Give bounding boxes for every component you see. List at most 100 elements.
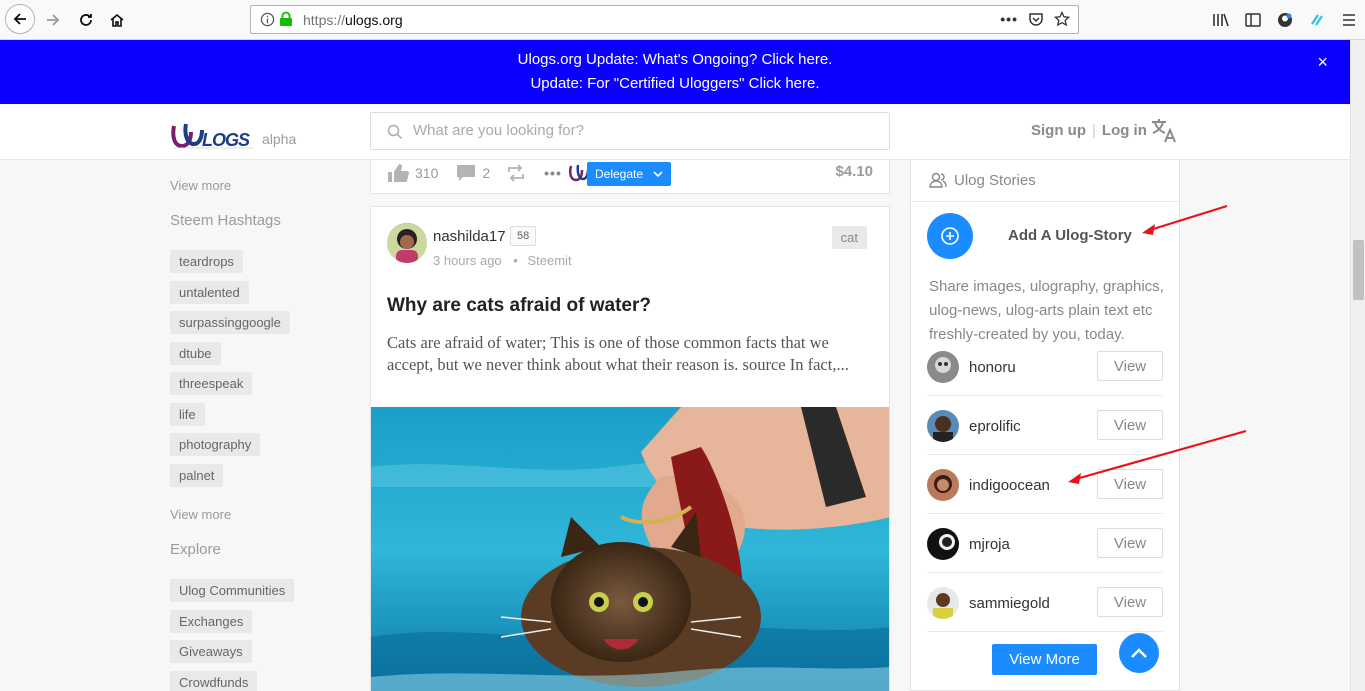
lock-icon <box>280 11 292 26</box>
view-more-link-1[interactable]: View more <box>170 178 231 193</box>
story-item: indigoocean View <box>927 455 1163 514</box>
address-bar[interactable]: https://ulogs.org ••• <box>250 5 1079 34</box>
close-icon[interactable]: × <box>1317 50 1328 74</box>
story-author[interactable]: honoru <box>969 359 1016 376</box>
svg-text:LOGS: LOGS <box>202 130 250 150</box>
avatar[interactable] <box>927 351 959 383</box>
plus-circle-icon <box>941 227 959 245</box>
post-excerpt[interactable]: Cats are afraid of water; This is one of… <box>387 332 877 376</box>
vote-control: 310 2 ••• <box>387 162 590 184</box>
notice-line-2[interactable]: Update: For "Certified Uloggers" Click h… <box>0 72 1350 96</box>
post-image[interactable] <box>371 407 889 691</box>
hashtag-tag[interactable]: untalented <box>170 281 249 304</box>
post-tag[interactable]: cat <box>831 226 867 249</box>
scroll-to-top-button[interactable] <box>1119 633 1159 673</box>
story-item: mjroja View <box>927 514 1163 573</box>
resteem-icon[interactable] <box>506 164 526 182</box>
logo-alpha-label: alpha <box>262 131 297 147</box>
story-item: eprolific View <box>927 396 1163 455</box>
ulog-stories-panel: Ulog Stories Add A Ulog-Story Share imag… <box>910 160 1180 691</box>
story-author[interactable]: sammiegold <box>969 595 1050 612</box>
ulogs-logo-icon: LOGS <box>171 123 254 150</box>
hashtag-tag[interactable]: photography <box>170 433 261 456</box>
reputation-badge: 58 <box>510 226 537 246</box>
signup-link[interactable]: Sign up <box>1031 122 1086 139</box>
back-button[interactable] <box>5 4 35 34</box>
page-actions-icon[interactable]: ••• <box>1000 11 1018 27</box>
add-story-button[interactable] <box>927 213 973 259</box>
view-more-stories-button[interactable]: View More <box>992 644 1097 675</box>
view-story-button[interactable]: View <box>1097 410 1163 440</box>
bookmark-star-icon[interactable] <box>1054 11 1070 27</box>
chevron-up-icon <box>1131 648 1147 658</box>
home-button[interactable] <box>103 6 131 34</box>
hashtag-tag[interactable]: dtube <box>170 342 221 365</box>
translate-icon[interactable] <box>1150 118 1178 149</box>
avatar[interactable] <box>927 410 959 442</box>
upvote-icon[interactable] <box>387 163 409 183</box>
post-title[interactable]: Why are cats afraid of water? <box>387 295 651 317</box>
delegate-button[interactable]: Delegate <box>587 162 671 186</box>
story-item: sammiegold View <box>927 573 1163 632</box>
home-icon <box>110 13 124 27</box>
account-icon[interactable] <box>1269 8 1301 32</box>
site-header: LOGS alpha Sign up | Log in <box>0 104 1350 160</box>
notice-line-1[interactable]: Ulogs.org Update: What's Ongoing? Click … <box>0 48 1350 72</box>
sidebar-icon[interactable] <box>1237 8 1269 32</box>
hashtag-tag[interactable]: life <box>170 403 205 426</box>
add-story-label[interactable]: Add A Ulog-Story <box>1008 227 1132 244</box>
explore-item[interactable]: Ulog Communities <box>170 579 295 602</box>
explore-title: Explore <box>170 541 221 558</box>
vote-count[interactable]: 310 <box>415 165 438 181</box>
extension-icon[interactable] <box>1301 8 1333 32</box>
view-story-button[interactable]: View <box>1097 469 1163 499</box>
previous-post-actions: 310 2 ••• Delegate $4.10 <box>370 160 890 194</box>
hashtag-tag[interactable]: palnet <box>170 464 224 487</box>
author-avatar[interactable] <box>387 223 427 263</box>
reload-button[interactable] <box>72 6 100 34</box>
hashtag-tag[interactable]: surpassinggoogle <box>170 311 290 334</box>
login-link[interactable]: Log in <box>1102 122 1147 139</box>
scrollbar-thumb[interactable] <box>1353 240 1364 300</box>
more-options-icon[interactable]: ••• <box>544 165 562 181</box>
forward-button[interactable] <box>39 6 67 34</box>
url-text: https://ulogs.org <box>303 12 403 28</box>
search-box <box>370 112 890 150</box>
hashtag-tag[interactable]: teardrops <box>170 250 243 273</box>
story-author[interactable]: indigoocean <box>969 477 1050 494</box>
post-card: nashilda17 58 3 hours ago • Steemit cat … <box>370 206 890 691</box>
post-time[interactable]: 3 hours ago <box>433 253 502 268</box>
page-scrollbar[interactable] <box>1350 40 1365 691</box>
post-platform: Steemit <box>527 253 572 268</box>
pocket-icon[interactable] <box>1028 11 1044 27</box>
explore-item[interactable]: Giveaways <box>170 640 252 663</box>
view-story-button[interactable]: View <box>1097 528 1163 558</box>
steem-hashtags-title: Steem Hashtags <box>170 212 281 229</box>
explore-item[interactable]: Exchanges <box>170 610 253 633</box>
author-name[interactable]: nashilda17 <box>433 228 506 245</box>
view-story-button[interactable]: View <box>1097 587 1163 617</box>
auth-links: Sign up | Log in <box>1031 122 1147 139</box>
forward-arrow-icon <box>47 14 60 26</box>
logo-wordmark: LOGS <box>170 118 260 157</box>
view-more-link-2[interactable]: View more <box>170 507 231 522</box>
meta-dot: • <box>513 253 518 268</box>
library-icon[interactable] <box>1205 8 1237 32</box>
search-input[interactable] <box>413 122 873 139</box>
view-story-button[interactable]: View <box>1097 351 1163 381</box>
menu-icon[interactable] <box>1333 8 1365 32</box>
hashtag-tag[interactable]: threespeak <box>170 372 253 395</box>
payout-amount[interactable]: $4.10 <box>835 163 873 180</box>
site-logo[interactable]: LOGS alpha <box>170 118 296 157</box>
story-author[interactable]: eprolific <box>969 418 1021 435</box>
avatar[interactable] <box>927 587 959 619</box>
avatar[interactable] <box>927 469 959 501</box>
comment-icon[interactable] <box>456 164 476 182</box>
users-icon <box>929 172 947 188</box>
story-author[interactable]: mjroja <box>969 536 1010 553</box>
reload-icon <box>80 14 92 26</box>
explore-item[interactable]: Crowdfunds <box>170 671 258 691</box>
chevron-down-icon <box>653 171 663 178</box>
comment-count[interactable]: 2 <box>482 165 490 181</box>
avatar[interactable] <box>927 528 959 560</box>
